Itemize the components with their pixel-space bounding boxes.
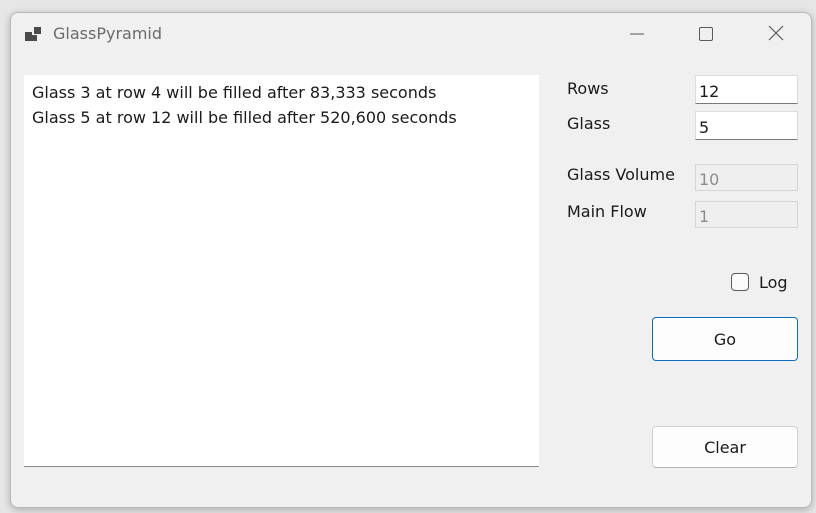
main-window: GlassPyramid Glass 3 at row 4 will be fi… — [10, 12, 812, 508]
close-icon — [768, 25, 784, 45]
title-bar[interactable]: GlassPyramid — [11, 13, 811, 57]
output-line: Glass 3 at row 4 will be filled after 83… — [32, 83, 437, 102]
glass-volume-label: Glass Volume — [567, 165, 675, 184]
rows-input[interactable] — [695, 75, 798, 104]
main-flow-label: Main Flow — [567, 202, 647, 221]
maximize-button[interactable] — [683, 13, 729, 57]
clear-button[interactable]: Clear — [652, 426, 798, 468]
output-textbox[interactable]: Glass 3 at row 4 will be filled after 83… — [24, 75, 539, 467]
glass-label: Glass — [567, 114, 611, 133]
minimize-button[interactable] — [614, 13, 660, 57]
main-flow-input — [695, 201, 798, 228]
app-windows-icon — [25, 26, 43, 42]
maximize-icon — [699, 26, 713, 45]
window-title: GlassPyramid — [53, 24, 163, 43]
glass-volume-input — [695, 164, 798, 191]
go-button[interactable]: Go — [652, 317, 798, 361]
close-button[interactable] — [753, 13, 799, 57]
glass-input[interactable] — [695, 111, 798, 140]
output-line: Glass 5 at row 12 will be filled after 5… — [32, 108, 457, 127]
log-checkbox[interactable] — [731, 273, 749, 291]
minimize-icon — [630, 26, 644, 45]
rows-label: Rows — [567, 79, 609, 98]
log-checkbox-label[interactable]: Log — [759, 273, 788, 292]
